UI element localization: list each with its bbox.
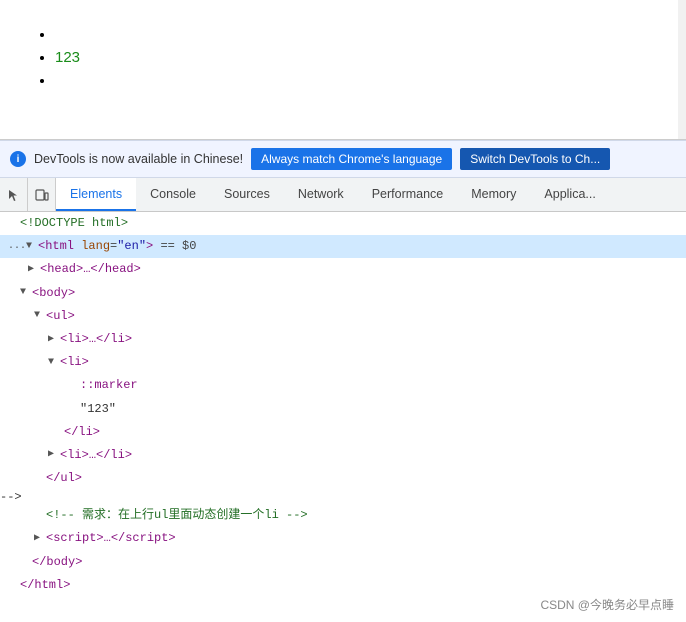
dom-doctype: <!DOCTYPE html> — [0, 212, 686, 235]
info-icon: i — [10, 151, 26, 167]
tab-network[interactable]: Network — [284, 178, 358, 211]
dom-li-open[interactable]: ▼ <li> — [0, 351, 686, 374]
dom-ul-close: </ul> — [0, 467, 686, 490]
tab-elements[interactable]: Elements — [56, 178, 136, 211]
scrollbar[interactable] — [678, 0, 686, 139]
dom-html-open[interactable]: ... ▼ <html lang="en" > == $0 — [0, 235, 686, 258]
list-item-1 — [55, 26, 656, 43]
tab-performance[interactable]: Performance — [358, 178, 458, 211]
dom-body-close: </body> — [0, 551, 686, 574]
notification-message: DevTools is now available in Chinese! — [34, 152, 243, 166]
cursor-icon-btn[interactable] — [0, 178, 28, 211]
list-item-2: 123 — [55, 49, 656, 66]
dom-script[interactable]: ▶ <script>…</script> — [0, 527, 686, 550]
dom-li-collapsed-2[interactable]: ▶ <li>…</li> — [0, 444, 686, 467]
tab-sources[interactable]: Sources — [210, 178, 284, 211]
dom-comment: <!-- 需求：在上行ul里面动态创建一个li --> — [0, 504, 686, 527]
dom-li-close: </li> — [0, 421, 686, 444]
switch-devtools-button[interactable]: Switch DevTools to Ch... — [460, 148, 610, 170]
preview-list: 123 — [30, 26, 656, 89]
tab-memory[interactable]: Memory — [457, 178, 530, 211]
dom-pseudo-marker: ::marker — [0, 374, 686, 397]
dom-ul-open[interactable]: ▼ <ul> — [0, 305, 686, 328]
list-item-3 — [55, 72, 656, 89]
list-item-2-text: 123 — [55, 49, 80, 66]
dom-head[interactable]: ▶ <head>…</head> — [0, 258, 686, 281]
devtools-notification-bar: i DevTools is now available in Chinese! … — [0, 140, 686, 178]
tab-console[interactable]: Console — [136, 178, 210, 211]
elements-panel: <!DOCTYPE html> ... ▼ <html lang="en" > … — [0, 212, 686, 597]
tab-application[interactable]: Applica... — [530, 178, 609, 211]
device-toolbar-icon-btn[interactable] — [28, 178, 56, 211]
dom-html-close: </html> — [0, 574, 686, 597]
device-icon — [35, 188, 49, 202]
dom-body-open[interactable]: ▼ <body> — [0, 282, 686, 305]
dom-text-node: "123" — [0, 398, 686, 421]
dom-li-collapsed-1[interactable]: ▶ <li>…</li> — [0, 328, 686, 351]
cursor-icon — [7, 188, 21, 202]
match-language-button[interactable]: Always match Chrome's language — [251, 148, 452, 170]
browser-preview: 123 — [0, 0, 686, 140]
devtools-tabs-bar: Elements Console Sources Network Perform… — [0, 178, 686, 212]
watermark: CSDN @今晚务必早点睡 — [540, 596, 674, 614]
